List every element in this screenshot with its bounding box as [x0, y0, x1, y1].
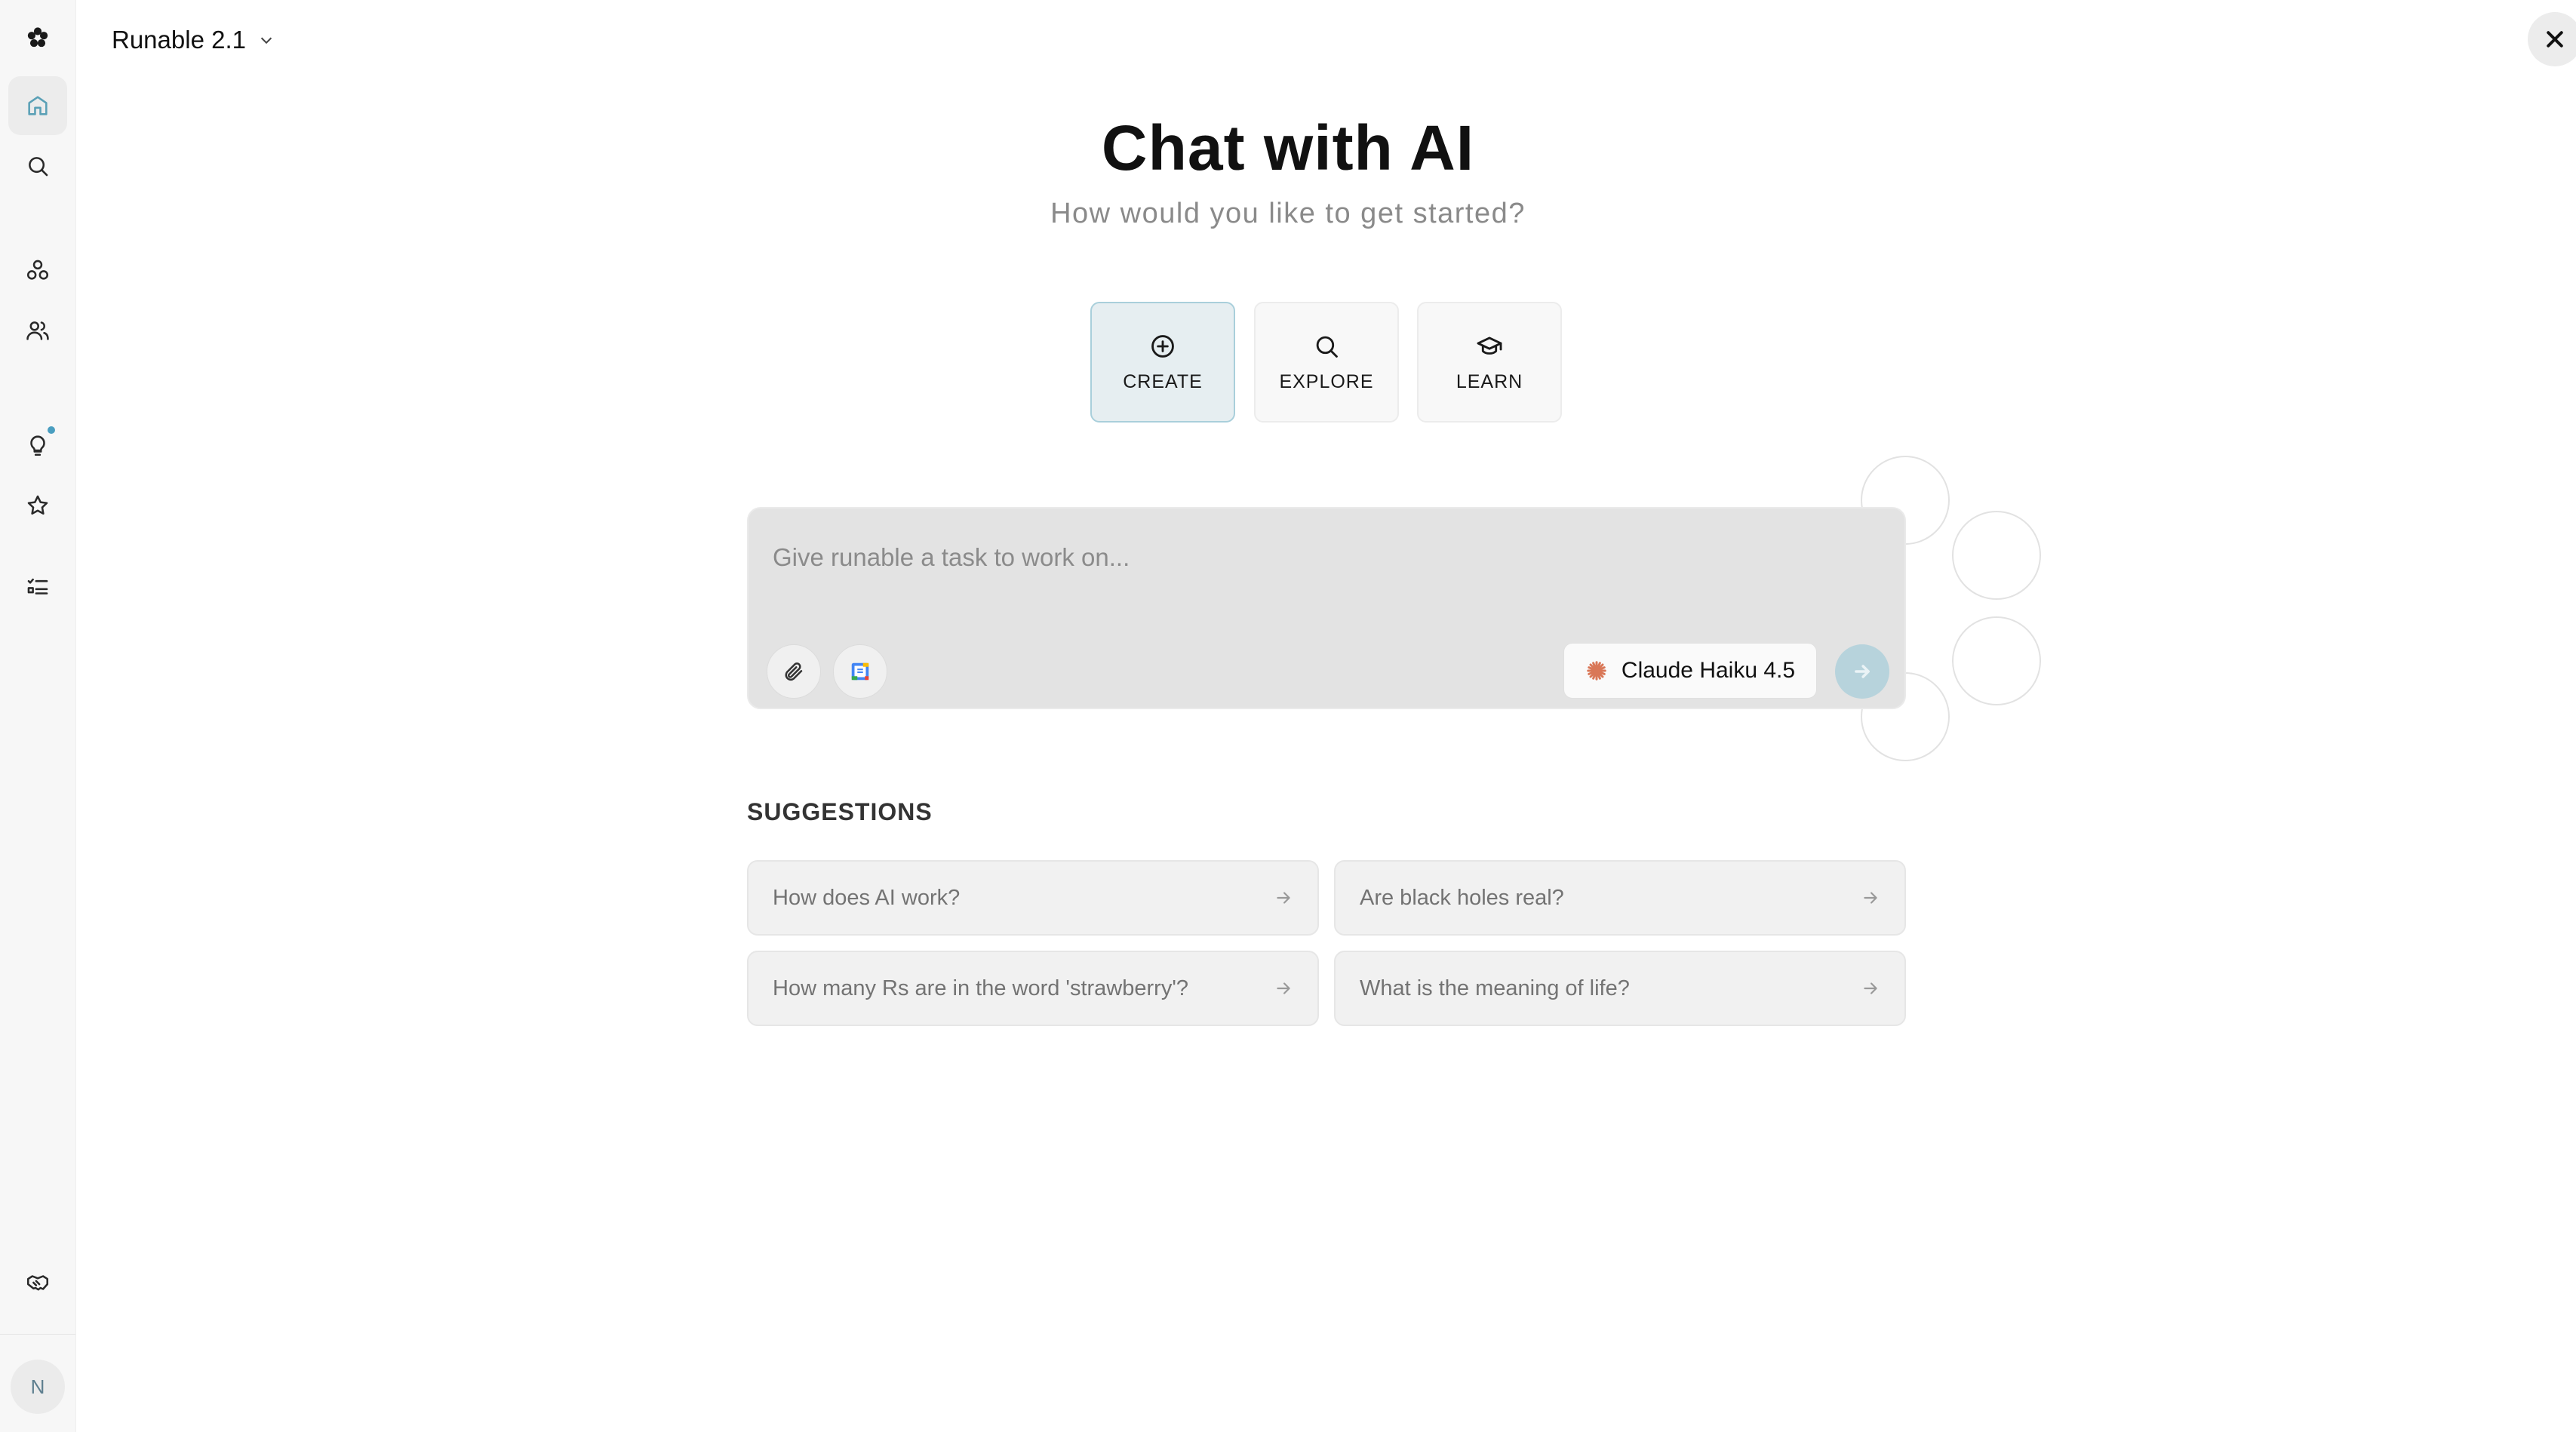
suggestion-text: What is the meaning of life? — [1360, 976, 1630, 1000]
model-name: Claude Haiku 4.5 — [1621, 658, 1796, 683]
app-name: Runable 2.1 — [112, 26, 246, 54]
arrow-right-icon — [1277, 892, 1290, 904]
suggestion-card[interactable]: Are black holes real? — [1334, 860, 1906, 936]
sidebar-item-shapes[interactable] — [8, 241, 67, 300]
sidebar-item-users[interactable] — [8, 301, 67, 360]
task-input[interactable] — [771, 534, 1876, 581]
arrow-right-icon — [1855, 665, 1870, 678]
suggestions-heading: SUGGESTIONS — [747, 798, 933, 825]
mode-learn-button[interactable]: LEARN — [1417, 302, 1562, 423]
close-icon — [2547, 31, 2563, 48]
suggestion-card[interactable]: How does AI work? — [747, 860, 1319, 936]
app-version-dropdown[interactable]: Runable 2.1 — [112, 21, 275, 59]
mode-create-button[interactable]: CREATE — [1090, 302, 1235, 423]
model-selector[interactable]: Claude Haiku 4.5 — [1563, 643, 1817, 699]
google-calendar-icon — [851, 662, 869, 681]
arrow-right-icon — [1864, 892, 1877, 904]
sidebar-item-favorites[interactable] — [8, 476, 67, 535]
send-button[interactable] — [1835, 644, 1889, 699]
suggestion-text: How does AI work? — [773, 885, 961, 910]
suggestion-card[interactable]: How many Rs are in the word 'strawberry'… — [747, 951, 1319, 1026]
avatar[interactable]: N — [11, 1360, 65, 1414]
chevron-down-icon — [260, 37, 272, 45]
notification-dot — [48, 426, 55, 434]
avatar-initial: N — [30, 1375, 45, 1398]
attach-button[interactable] — [767, 644, 821, 699]
calendar-integration-button[interactable] — [833, 644, 887, 699]
mode-explore-label: EXPLORE — [1279, 370, 1374, 392]
shapes-icon — [26, 260, 49, 280]
star-icon — [27, 495, 48, 515]
sidebar-item-partners[interactable] — [8, 1253, 67, 1312]
suggestion-card[interactable]: What is the meaning of life? — [1334, 951, 1906, 1026]
plus-circle-icon — [1151, 334, 1174, 358]
paperclip-icon — [785, 662, 803, 681]
users-icon — [26, 321, 49, 340]
claude-icon — [1587, 661, 1606, 681]
logo-icon — [27, 27, 48, 48]
suggestion-text: Are black holes real? — [1360, 885, 1564, 910]
tasks-icon — [27, 578, 48, 595]
lightbulb-icon — [30, 435, 45, 456]
sidebar-item-ideas[interactable] — [8, 416, 67, 475]
page-title: Chat with AI — [1101, 112, 1475, 183]
mode-learn-label: LEARN — [1456, 370, 1523, 392]
close-button[interactable] — [2528, 12, 2576, 66]
mode-explore-button[interactable]: EXPLORE — [1254, 302, 1399, 423]
handshake-icon — [26, 1275, 49, 1291]
sidebar-item-tasks[interactable] — [8, 558, 67, 616]
arrow-right-icon — [1277, 982, 1290, 994]
app-logo[interactable] — [8, 8, 67, 67]
search-icon — [1316, 336, 1338, 358]
page-subtitle: How would you like to get started? — [1050, 198, 1526, 229]
sidebar-divider — [0, 1334, 75, 1335]
mode-create-label: CREATE — [1123, 370, 1203, 392]
suggestion-text: How many Rs are in the word 'strawberry'… — [773, 976, 1188, 1000]
graduation-cap-icon — [1477, 336, 1502, 355]
prompt-box: Claude Haiku 4.5 — [747, 507, 1906, 709]
arrow-right-icon — [1864, 982, 1877, 994]
